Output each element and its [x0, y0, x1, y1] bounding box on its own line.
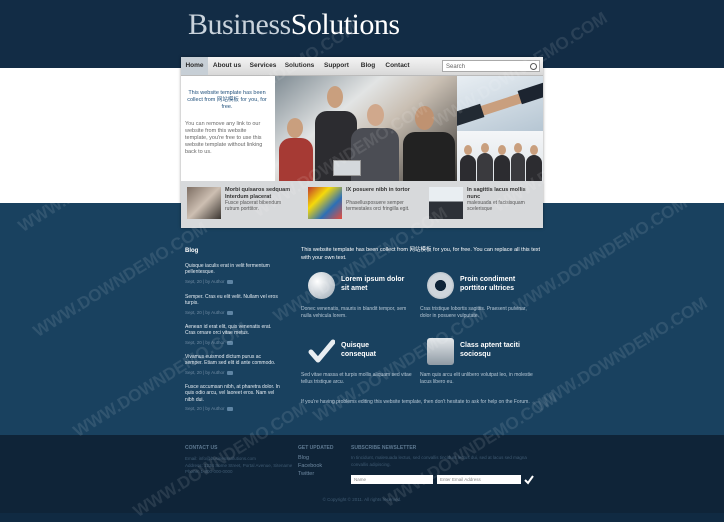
service-title[interactable]: Class aptent taciti sociosqu — [460, 341, 535, 359]
contact-info: Email: info@businesssolutions.com Addres… — [185, 456, 295, 476]
nav-about[interactable]: About us — [210, 57, 244, 75]
search-input[interactable]: Search — [442, 60, 540, 72]
nav-services[interactable]: Services — [246, 57, 280, 75]
service-text: Donec venenatis, mauris in blandit tempo… — [301, 306, 407, 319]
side-photos — [457, 76, 543, 181]
blog-post[interactable]: Aenean id erat elit, quis venenatis erat… — [185, 324, 280, 345]
copyright: © Copyright © 2011. All rights reserved. — [322, 497, 402, 502]
nav-blog[interactable]: Blog — [356, 57, 380, 75]
comment-icon[interactable] — [227, 407, 234, 412]
footer-link-facebook[interactable]: Facebook — [298, 463, 322, 470]
gear-icon — [427, 272, 454, 299]
feature-title-1[interactable]: Morbi quisaros sedquam Interdum placerat — [225, 187, 295, 200]
name-field[interactable]: Name — [351, 475, 433, 484]
hero-box: Home About us Services Solutions Support… — [181, 57, 543, 228]
service-title[interactable]: Proin condiment porttitor ultrices — [460, 275, 535, 293]
blog-sidebar: Blog Quisque iaculis erat in velit ferme… — [185, 248, 280, 411]
blog-post-meta: Sept, 20 | by Author — [185, 406, 225, 412]
feature-thumb-1[interactable] — [187, 187, 221, 219]
handshake-photo — [457, 76, 543, 131]
feature-title-3[interactable]: In sagittis lacus mollis nunc — [467, 187, 539, 200]
globe-icon — [308, 272, 335, 299]
check-icon — [308, 338, 336, 365]
email-field[interactable]: Enter Email Address — [437, 475, 521, 484]
newsletter-heading: SUBSCRIBE NEWSLETTER — [351, 445, 417, 451]
feature-thumb-3[interactable] — [429, 187, 463, 219]
name-placeholder: Name — [354, 477, 367, 482]
nav-solutions[interactable]: Solutions — [282, 57, 317, 75]
service-title[interactable]: Quisque consequat — [341, 341, 401, 359]
newsletter-text: In tincidunt, malesuada lectus, sed conv… — [351, 455, 527, 467]
intro-lead: This website template has been collect f… — [187, 90, 267, 110]
contact-heading: CONTACT US — [185, 445, 218, 451]
footer-link-blog[interactable]: Blog — [298, 455, 309, 462]
logo-part-1: Business — [188, 8, 291, 41]
logo-part-2: Solutions — [290, 8, 400, 41]
search-icon[interactable] — [530, 63, 537, 70]
comment-icon[interactable] — [227, 279, 234, 284]
feature-text-2: Phasellusposuere semper termestales orci… — [346, 200, 410, 212]
blog-post-meta: Sept, 20 | by Author — [185, 309, 225, 315]
main-nav: Home About us Services Solutions Support… — [181, 57, 543, 76]
blog-heading: Blog — [185, 248, 199, 254]
blog-post[interactable]: Vivamus euismod dictum purus ac semper. … — [185, 354, 280, 375]
hero-photo — [275, 76, 457, 181]
laptop-icon — [333, 160, 361, 176]
blog-post-meta: Sept, 20 | by Author — [185, 369, 225, 375]
blog-post-text[interactable]: Aenean id erat elit, quis venenatis erat… — [185, 324, 280, 337]
nav-support[interactable]: Support — [319, 57, 354, 75]
site-logo[interactable]: BusinessSolutions — [188, 8, 400, 42]
service-title[interactable]: Lorem ipsum dolor sit amet — [341, 275, 413, 293]
team-photo — [457, 131, 543, 181]
feature-strip: Morbi quisaros sedquam Interdum placerat… — [181, 181, 543, 228]
submit-check-icon[interactable] — [524, 472, 534, 490]
blog-post-meta: Sept, 20 | by Author — [185, 339, 225, 345]
blog-post[interactable]: Semper. Cras eu elit velit. Nullam vel e… — [185, 294, 280, 315]
blog-post-text[interactable]: Semper. Cras eu elit velit. Nullam vel e… — [185, 294, 280, 307]
main-outro: If you're having problems editing this w… — [301, 399, 530, 405]
nav-home[interactable]: Home — [181, 57, 208, 75]
comment-icon[interactable] — [227, 340, 234, 345]
nav-contact[interactable]: Contact — [382, 57, 413, 75]
email-placeholder: Enter Email Address — [440, 477, 481, 482]
blog-post[interactable]: Quisque iaculis erat in velit fermentum … — [185, 263, 280, 284]
contact-line: Phone: 1-800-000-0000 — [185, 469, 233, 474]
service-text: Cras tristique lobortis sagittis. Praese… — [420, 306, 527, 319]
blog-post-meta: Sept, 20 | by Author — [185, 278, 225, 284]
main-lead: This website template has been collect f… — [301, 247, 541, 261]
blog-post-text[interactable]: Vivamus euismod dictum purus ac semper. … — [185, 354, 280, 367]
footer-link-twitter[interactable]: Twitter — [298, 471, 314, 478]
comment-icon[interactable] — [227, 310, 234, 315]
intro-body: You can remove any link to our website f… — [185, 121, 263, 155]
updated-heading: GET UPDATED — [298, 445, 334, 451]
service-text: Nam quis arcu elit unlibero volutpat leo… — [420, 372, 533, 385]
search-placeholder: Search — [446, 64, 466, 70]
comment-icon[interactable] — [227, 370, 234, 375]
blog-post-text[interactable]: Quisque iaculis erat in velit fermentum … — [185, 263, 280, 276]
feature-text-1: Fusce placerat bibendum rutrum porttitor… — [225, 200, 282, 212]
intro-panel: This website template has been collect f… — [181, 79, 273, 179]
service-text: Sed vitae massa et turpis mollis aliquam… — [301, 372, 412, 385]
feature-text-3: malesuada et facisisquam scelerisque — [467, 200, 525, 212]
feature-title-2[interactable]: IX posuere nibh in tortor — [346, 187, 416, 194]
feature-thumb-2[interactable] — [308, 187, 342, 219]
coins-icon — [427, 338, 454, 365]
blog-post-text[interactable]: Fusce accumsan nibh, at pharetra dolor. … — [185, 384, 280, 403]
blog-post[interactable]: Fusce accumsan nibh, at pharetra dolor. … — [185, 384, 280, 411]
